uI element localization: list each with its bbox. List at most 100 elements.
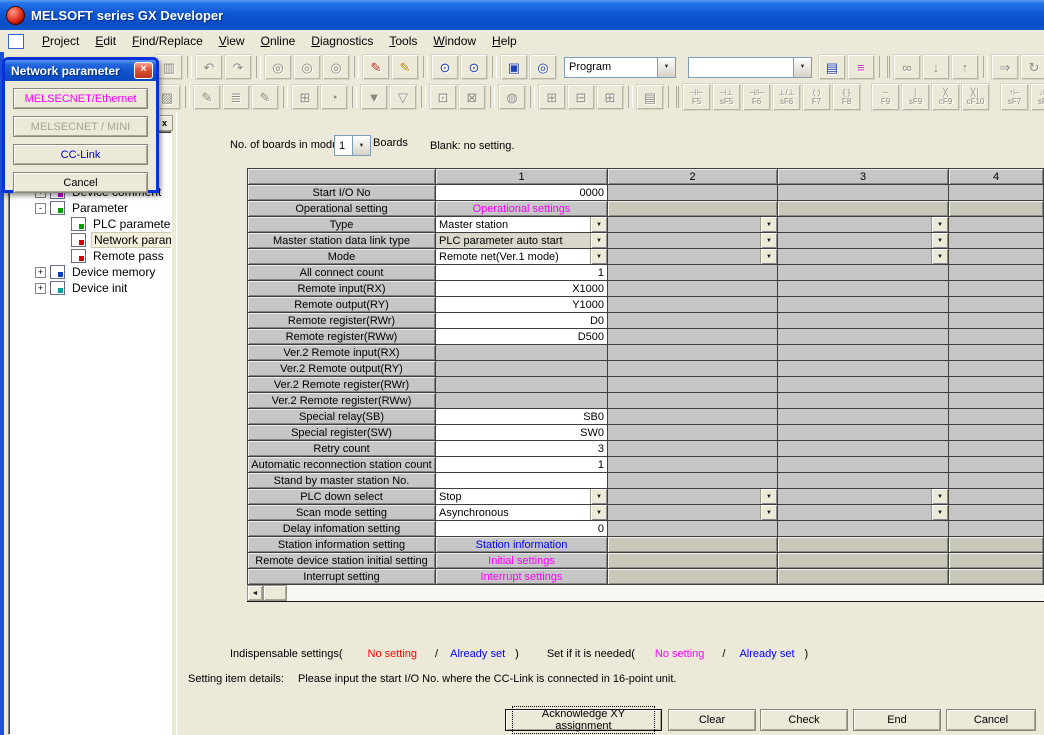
fkey-sf6-button[interactable]: ⊥/⊥sF6 [772,83,801,111]
fkey-f8-button[interactable]: { }F8 [832,83,861,111]
chevron-down-icon[interactable]: ▼ [931,217,948,232]
menu-window[interactable]: Window [425,32,484,50]
type-col2[interactable]: ▼ [608,217,778,233]
remote-register-rww-input[interactable]: D500 [436,329,608,345]
chevron-down-icon[interactable]: ▼ [793,58,811,77]
fkey-sf8-button[interactable]: ↓⊢sF8 [1030,83,1044,111]
zoom-source-window-icon[interactable]: ⊡ [429,84,457,110]
all-connect-count-input[interactable]: 1 [436,265,608,281]
tree-item-device-init[interactable]: +Device init [9,280,171,296]
monitor-mode-icon[interactable]: ⊙ [460,54,488,80]
zoom-window-icon[interactable]: ⊠ [458,84,486,110]
tree-item-parameter[interactable]: -Parameter [9,200,171,216]
program-type-select[interactable]: Program▼ [564,57,676,78]
dialog-button-cancel[interactable]: Cancel [13,172,148,193]
operational-setting-col3[interactable] [778,201,949,217]
remote-input-rx-input[interactable]: X1000 [436,281,608,297]
plc-down-select-select[interactable]: Stop▼ [436,489,608,505]
mode-col2[interactable]: ▼ [608,249,778,265]
menu-find-replace[interactable]: Find/Replace [124,32,211,50]
operational-setting-col4[interactable] [949,201,1044,217]
chevron-down-icon[interactable]: ▼ [760,217,777,232]
clear-button[interactable]: Clear [668,709,756,731]
tree-item-device-memory[interactable]: +Device memory [9,264,171,280]
online-change-icon[interactable]: ◍ [498,84,526,110]
fkey-f9-button[interactable]: ─F9 [871,83,900,111]
menu-tools[interactable]: Tools [381,32,425,50]
check-button[interactable]: Check [760,709,848,731]
operational-setting-col2[interactable] [608,201,778,217]
plc-down-select-col2[interactable]: ▼ [608,489,778,505]
grid-horizontal-scrollbar[interactable]: ◄ [247,585,1044,602]
chevron-down-icon[interactable]: ▼ [760,489,777,504]
dialog-button-cc-link[interactable]: CC-Link [13,144,148,165]
fkey-sf5-button[interactable]: ⊣⊥sF5 [712,83,741,111]
mode-select[interactable]: Remote net(Ver.1 mode)▼ [436,249,608,265]
clock-setting-icon[interactable]: ◔ [320,84,348,110]
mode-col3[interactable]: ▼ [778,249,949,265]
monitor-window-icon[interactable]: ▤ [636,84,664,110]
station-information-setting-col3[interactable] [778,537,949,553]
line-jump-icon[interactable]: ⇒ [991,54,1019,80]
chevron-down-icon[interactable]: ▼ [590,233,607,248]
acknowledge-xy-assignment-button[interactable]: Acknowledge XY assignment [505,709,662,731]
network-parameter-dialog-title-bar[interactable]: Network parameter × [5,60,156,81]
chevron-down-icon[interactable]: ▼ [931,233,948,248]
special-register-sw-input[interactable]: SW0 [436,425,608,441]
find-binoculars-icon[interactable]: ∞ [893,54,921,80]
close-icon[interactable]: × [134,62,153,79]
statement-edit-icon[interactable]: ≣ [222,84,250,110]
tree-item-network-param[interactable]: Network param [9,232,171,248]
menu-diagnostics[interactable]: Diagnostics [303,32,381,50]
redo-icon[interactable]: ↷ [224,54,252,80]
fkey-cf10-button[interactable]: ╳│cF10 [961,83,990,111]
menu-help[interactable]: Help [484,32,525,50]
start-i-o-no-input[interactable]: 0000 [436,185,608,201]
interrupt-setting-col2[interactable] [608,569,778,585]
fkey-f6-button[interactable]: ⊣/⊢F6 [742,83,771,111]
tree-expander-icon[interactable]: + [35,283,46,294]
macro-icon[interactable]: ▤ [818,54,846,80]
dialog-button-melsecnet-ethernet[interactable]: MELSECNET/Ethernet [13,88,148,109]
tree-item-plc-parameter[interactable]: PLC parameter [9,216,171,232]
find-next-up-icon[interactable]: ↑ [951,54,979,80]
parameter-tree-icon[interactable]: ≡ [847,54,875,80]
tree-item-remote-pass[interactable]: Remote pass [9,248,171,264]
chevron-down-icon[interactable]: ▼ [760,233,777,248]
remote-device-station-initial-setting-col4[interactable] [949,553,1044,569]
menu-online[interactable]: Online [253,32,304,50]
remote-output-ry-input[interactable]: Y1000 [436,297,608,313]
menu-edit[interactable]: Edit [87,32,124,50]
chevron-down-icon[interactable]: ▼ [931,249,948,264]
fkey-f7-button[interactable]: ( )F7 [802,83,831,111]
find-contact-coil-icon[interactable]: ◎ [322,54,350,80]
delay-infomation-setting-input[interactable]: 0 [436,521,608,537]
remote-device-station-initial-setting-button[interactable]: Initial settings [436,553,608,569]
scan-mode-setting-col3[interactable]: ▼ [778,505,949,521]
station-information-setting-col4[interactable] [949,537,1044,553]
master-station-data-link-type-col2[interactable]: ▼ [608,233,778,249]
cross-reference-icon[interactable]: ↻ [1020,54,1044,80]
interrupt-setting-button[interactable]: Interrupt settings [436,569,608,585]
chevron-down-icon[interactable]: ▼ [760,505,777,520]
fkey-f5-button[interactable]: ⊣⊢F5 [682,83,711,111]
data-name-select[interactable]: ▼ [688,57,812,78]
chevron-down-icon[interactable]: ▼ [590,249,607,264]
interrupt-setting-col3[interactable] [778,569,949,585]
type-select[interactable]: Master station▼ [436,217,608,233]
chevron-down-icon[interactable]: ▼ [760,249,777,264]
special-relay-sb-input[interactable]: SB0 [436,409,608,425]
project-data-list-icon[interactable]: ▣ [500,54,528,80]
chevron-down-icon[interactable]: ▼ [590,489,607,504]
program-check-icon[interactable]: ◎ [529,54,557,80]
fkey-sf7-button[interactable]: ↑⊢sF7 [1000,83,1029,111]
plc-down-select-col3[interactable]: ▼ [778,489,949,505]
boards-count-select[interactable]: 1 ▼ [334,135,371,156]
station-information-setting-button[interactable]: Station information [436,537,608,553]
step-run-icon[interactable]: ▼ [360,84,388,110]
remote-device-station-initial-setting-col2[interactable] [608,553,778,569]
stand-by-master-station-no-input[interactable] [436,473,608,489]
find-device-icon[interactable]: ◎ [264,54,292,80]
end-button[interactable]: End [853,709,941,731]
device-comment-edit-icon[interactable]: ✎ [193,84,221,110]
